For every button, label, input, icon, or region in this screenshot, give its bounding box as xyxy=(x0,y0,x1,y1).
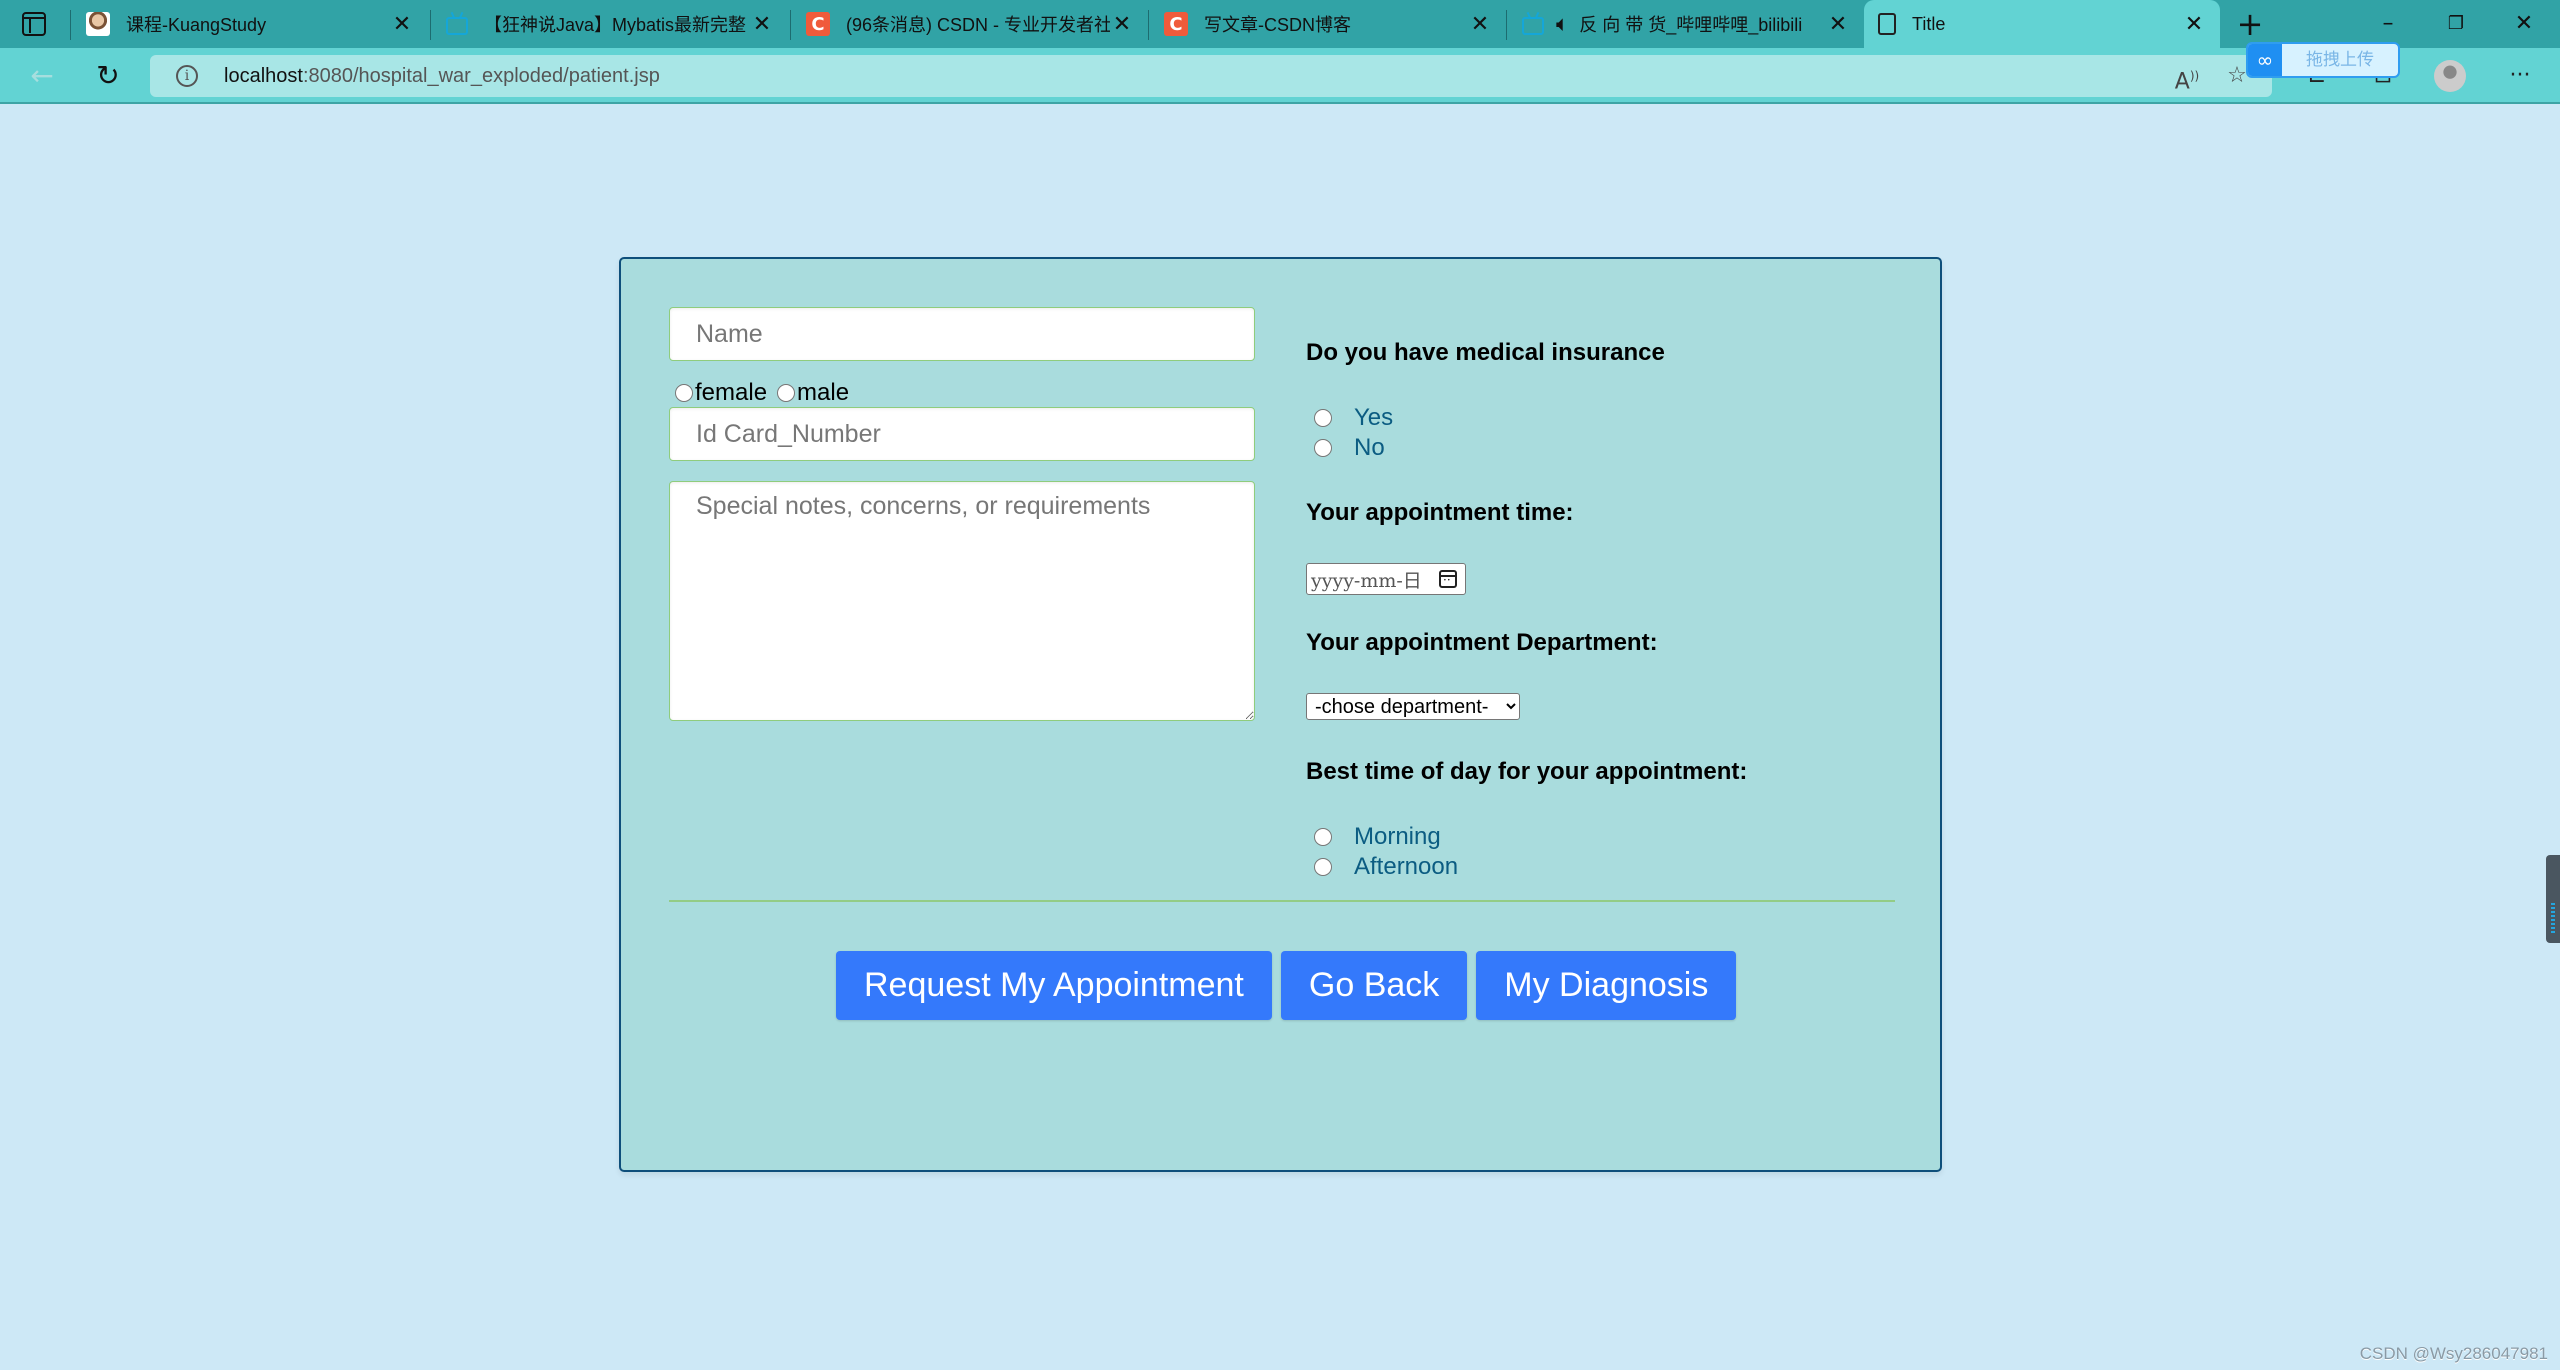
url-path: :8080/hospital_war_exploded/patient.jsp xyxy=(302,65,660,87)
best-time-afternoon-option[interactable]: Afternoon xyxy=(1306,852,1906,882)
department-select[interactable]: -chose department- xyxy=(1306,693,1520,720)
close-icon[interactable]: ✕ xyxy=(1468,12,1492,37)
tab-title: (96条消息) CSDN - 专业开发者社 xyxy=(846,15,1110,35)
insurance-no-option[interactable]: No xyxy=(1306,433,1906,463)
reload-button[interactable]: ↻ xyxy=(88,56,128,96)
back-button[interactable]: ← xyxy=(22,56,62,96)
gender-male-label: male xyxy=(797,379,850,406)
close-icon[interactable]: ✕ xyxy=(390,12,414,37)
new-tab-button[interactable]: + xyxy=(2232,6,2268,42)
browser-toolbar: ← ↻ i localhost:8080/hospital_war_explod… xyxy=(0,48,2560,104)
speaker-icon[interactable]: 🔈︎ xyxy=(1556,12,1569,37)
tab-title-active[interactable]: Title ✕ xyxy=(1864,0,2220,48)
url-host: localhost xyxy=(224,65,303,87)
tab-separator xyxy=(70,10,71,40)
insurance-no-label: No xyxy=(1354,434,1385,461)
appointment-date-input[interactable]: yyyy-mm-日 xyxy=(1306,563,1466,595)
address-bar[interactable]: i localhost:8080/hospital_war_exploded/p… xyxy=(150,55,2272,97)
close-icon[interactable]: ✕ xyxy=(1826,12,1850,37)
kuangstudy-avatar-icon xyxy=(86,12,110,36)
bilibili-icon xyxy=(446,17,468,35)
request-appointment-button[interactable]: Request My Appointment xyxy=(836,951,1272,1020)
csdn-icon: C xyxy=(806,12,830,36)
best-time-afternoon-radio[interactable] xyxy=(1314,858,1332,876)
calendar-icon[interactable] xyxy=(1439,570,1457,588)
department-label: Your appointment Department: xyxy=(1306,629,1658,656)
appointment-form: female male Do you have medical insuranc… xyxy=(619,257,1942,1172)
tab-title: 反 向 带 货_哔哩哔哩_bilibili xyxy=(1579,15,1803,35)
info-icon[interactable]: i xyxy=(176,65,198,87)
best-time-morning-option[interactable]: Morning xyxy=(1306,822,1906,852)
more-menu-icon[interactable]: ··· xyxy=(2500,60,2540,92)
insurance-yes-label: Yes xyxy=(1354,404,1394,431)
csdn-icon: C xyxy=(1164,12,1188,36)
restore-button[interactable]: ❐ xyxy=(2436,4,2476,44)
tab-separator xyxy=(1148,10,1149,40)
tab-mybatis[interactable]: 【狂神说Java】Mybatis最新完整 ✕ xyxy=(432,0,788,48)
id-card-input[interactable] xyxy=(669,407,1255,461)
gender-radio-group: female male xyxy=(669,379,1255,406)
url-text[interactable]: localhost:8080/hospital_war_exploded/pat… xyxy=(224,65,660,88)
close-icon[interactable]: ✕ xyxy=(2182,12,2206,37)
gender-male-radio[interactable] xyxy=(777,384,796,402)
best-time-label: Best time of day for your appointment: xyxy=(1306,758,1748,785)
tab-title: 【狂神说Java】Mybatis最新完整 xyxy=(484,15,747,35)
insurance-radio-group: Yes No xyxy=(1306,403,1906,463)
drag-upload-label: 拖拽上传 xyxy=(2306,50,2374,69)
close-window-button[interactable]: ✕ xyxy=(2504,4,2544,44)
tab-separator xyxy=(430,10,431,40)
form-divider xyxy=(669,900,1895,902)
appointment-options-column: Do you have medical insurance Yes No You… xyxy=(1306,339,1906,882)
insurance-yes-radio[interactable] xyxy=(1314,409,1332,427)
tab-csdn[interactable]: C (96条消息) CSDN - 专业开发者社 ✕ xyxy=(792,0,1148,48)
tab-title: 课程-KuangStudy xyxy=(126,15,267,35)
patient-info-column: female male xyxy=(669,307,1255,721)
side-volume-widget[interactable] xyxy=(2546,855,2560,943)
tab-kuangstudy[interactable]: 课程-KuangStudy ✕ xyxy=(72,0,428,48)
gender-female-label: female xyxy=(695,379,768,406)
tab-csdn-write[interactable]: C 写文章-CSDN博客 ✕ xyxy=(1150,0,1506,48)
insurance-no-radio[interactable] xyxy=(1314,439,1332,457)
go-back-button[interactable]: Go Back xyxy=(1280,951,1468,1020)
watermark: CSDN @Wsy286047981 xyxy=(2359,1344,2548,1363)
my-diagnosis-button[interactable]: My Diagnosis xyxy=(1476,951,1737,1020)
page-icon xyxy=(1878,13,1896,35)
best-time-morning-label: Morning xyxy=(1354,823,1441,850)
name-input[interactable] xyxy=(669,307,1255,361)
baidu-cloud-icon: ∞ xyxy=(2248,44,2282,76)
drag-upload-widget[interactable]: ∞ 拖拽上传 xyxy=(2246,42,2400,78)
best-time-radio-group: Morning Afternoon xyxy=(1306,822,1906,882)
special-notes-textarea[interactable] xyxy=(669,481,1255,721)
tab-separator xyxy=(1506,10,1507,40)
tab-strip: 课程-KuangStudy ✕ 【狂神说Java】Mybatis最新完整 ✕ C… xyxy=(0,0,2560,48)
bilibili-icon xyxy=(1522,17,1544,35)
tab-separator xyxy=(790,10,791,40)
minimize-button[interactable]: – xyxy=(2368,4,2408,44)
tab-actions-icon[interactable] xyxy=(22,12,46,36)
date-placeholder: yyyy-mm-日 xyxy=(1311,569,1422,592)
appointment-time-label: Your appointment time: xyxy=(1306,499,1574,526)
gender-female-radio[interactable] xyxy=(675,384,693,402)
best-time-afternoon-label: Afternoon xyxy=(1354,853,1459,880)
insurance-yes-option[interactable]: Yes xyxy=(1306,403,1906,433)
form-actions: Request My Appointment Go Back My Diagno… xyxy=(836,951,1737,1020)
read-aloud-icon[interactable]: A)) xyxy=(2170,61,2204,94)
tab-bilibili-video[interactable]: 🔈︎ 反 向 带 货_哔哩哔哩_bilibili ✕ xyxy=(1508,0,1864,48)
tab-title: Title xyxy=(1912,13,1946,34)
insurance-label: Do you have medical insurance xyxy=(1306,339,1665,366)
tab-title: 写文章-CSDN博客 xyxy=(1204,15,1351,35)
close-icon[interactable]: ✕ xyxy=(750,12,774,37)
close-icon[interactable]: ✕ xyxy=(1110,12,1134,37)
profile-avatar[interactable] xyxy=(2434,60,2466,92)
best-time-morning-radio[interactable] xyxy=(1314,828,1332,846)
